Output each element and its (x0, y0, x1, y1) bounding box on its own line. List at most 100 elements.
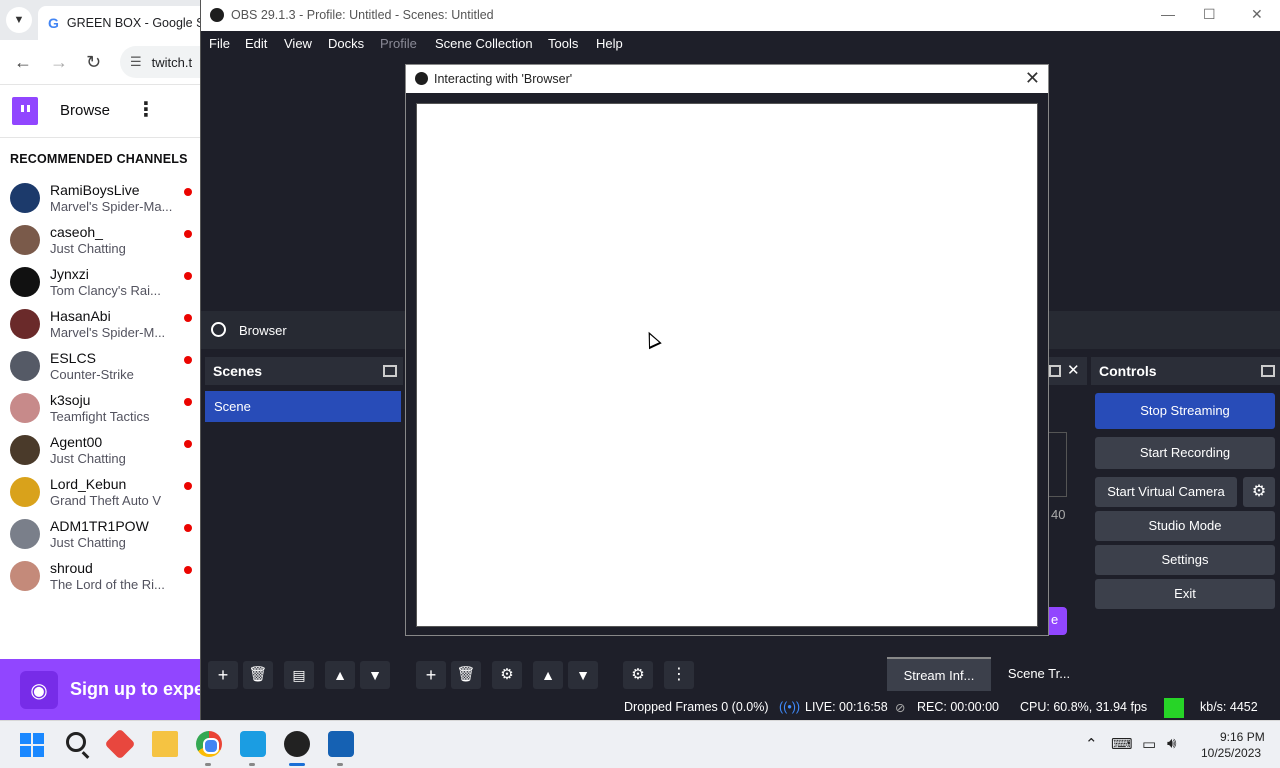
channel-name: Agent00 (50, 434, 103, 450)
chrome-app-icon[interactable] (196, 731, 222, 757)
menu-docks[interactable]: Docks (328, 36, 364, 51)
live-dot-icon (184, 314, 192, 322)
add-source-icon[interactable]: + (416, 661, 446, 689)
move-source-down-icon[interactable]: ▼ (568, 661, 598, 689)
start-virtual-camera-button[interactable]: Start Virtual Camera (1095, 477, 1237, 507)
menu-help[interactable]: Help (596, 36, 623, 51)
menu-view[interactable]: View (284, 36, 312, 51)
menu-edit[interactable]: Edit (245, 36, 267, 51)
site-info-icon[interactable]: ☰ (130, 54, 142, 70)
studio-mode-button[interactable]: Studio Mode (1095, 511, 1275, 541)
add-scene-icon[interactable]: + (208, 661, 238, 689)
avatar (10, 309, 40, 339)
git-app-icon[interactable] (104, 728, 136, 760)
store-app-icon[interactable] (240, 731, 266, 757)
obs-logo-icon (210, 8, 224, 22)
chrome-toolbar: ← → ↻ ☰ twitch.t (0, 40, 200, 84)
channel-item[interactable]: shroud The Lord of the Ri... (0, 558, 200, 600)
close-icon[interactable]: ✕ (1067, 361, 1080, 379)
maximize-icon[interactable]: ☐ (1203, 6, 1216, 23)
live-dot-icon (184, 440, 192, 448)
start-recording-button[interactable]: Start Recording (1095, 437, 1275, 469)
channel-game: Marvel's Spider-M... (50, 325, 166, 340)
channel-item[interactable]: caseoh_ Just Chatting (0, 222, 200, 264)
clock-time[interactable]: 9:16 PM (1220, 730, 1265, 744)
keyboard-icon[interactable]: ⌨ (1111, 735, 1133, 753)
remove-scene-trash-icon[interactable]: 🗑 (243, 661, 273, 689)
avatar (10, 183, 40, 213)
bitrate-status: kb/s: 4452 (1200, 700, 1258, 714)
source-properties-gear-icon[interactable]: ⚙ (492, 661, 522, 689)
remove-source-trash-icon[interactable]: 🗑 (451, 661, 481, 689)
audio-menu-dots-icon[interactable]: ⋮ (664, 661, 694, 689)
clock-date[interactable]: 10/25/2023 (1201, 746, 1261, 760)
undock-icon[interactable] (383, 365, 397, 377)
channel-item[interactable]: Jynxzi Tom Clancy's Rai... (0, 264, 200, 306)
channel-item[interactable]: RamiBoysLive Marvel's Spider-Ma... (0, 180, 200, 222)
browse-link[interactable]: Browse (60, 102, 110, 119)
undock-icon[interactable] (1261, 365, 1275, 377)
avatar (10, 267, 40, 297)
channel-item[interactable]: k3soju Teamfight Tactics (0, 390, 200, 432)
twitch-logo-icon[interactable] (12, 97, 38, 125)
virtual-camera-settings-gear-icon[interactable]: ⚙ (1243, 477, 1275, 507)
file-explorer-icon[interactable] (152, 731, 178, 757)
obs-app-icon[interactable] (284, 731, 310, 757)
menu-tools[interactable]: Tools (548, 36, 578, 51)
undock-icon[interactable] (1049, 365, 1061, 377)
channel-item[interactable]: Agent00 Just Chatting (0, 432, 200, 474)
forward-icon[interactable]: → (50, 52, 68, 72)
channel-game: Just Chatting (50, 241, 126, 256)
network-icon[interactable]: ▭ (1142, 735, 1156, 753)
dock-tabs: Stream Inf... Scene Tr... (887, 657, 1087, 691)
avatar (10, 561, 40, 591)
chrome-window: ▼ G GREEN BOX - Google Se ← → ↻ ☰ twitch… (0, 0, 200, 720)
exit-button[interactable]: Exit (1095, 579, 1275, 609)
obs-logo-icon (415, 72, 428, 85)
scene-list-item[interactable]: Scene (205, 391, 401, 422)
channel-game: Teamfight Tactics (50, 409, 150, 424)
more-options-icon[interactable]: ⋮ (136, 97, 156, 122)
globe-icon (211, 322, 226, 337)
volume-icon[interactable]: 🔊︎ (1167, 735, 1176, 752)
live-dot-icon (184, 356, 192, 364)
purple-button[interactable]: e (1047, 607, 1067, 635)
search-icon[interactable] (66, 732, 86, 752)
channel-item[interactable]: Lord_Kebun Grand Theft Auto V (0, 474, 200, 516)
signup-banner[interactable]: ◉ Sign up to expe (0, 659, 200, 720)
tab-search-button[interactable]: ▼ (6, 7, 32, 33)
back-icon[interactable]: ← (14, 52, 32, 72)
stop-streaming-button[interactable]: Stop Streaming (1095, 393, 1275, 429)
channel-item[interactable]: ESLCS Counter-Strike (0, 348, 200, 390)
photos-app-icon[interactable] (328, 731, 354, 757)
reload-icon[interactable]: ↻ (86, 52, 101, 72)
tab-stream-information[interactable]: Stream Inf... (887, 657, 991, 691)
chrome-tab[interactable]: G GREEN BOX - Google Se (38, 6, 200, 40)
live-broadcast-icon: ((•)) (779, 700, 801, 714)
settings-button[interactable]: Settings (1095, 545, 1275, 575)
menu-profile[interactable]: Profile (380, 36, 417, 51)
tab-scene-transitions[interactable]: Scene Tr... (993, 657, 1085, 691)
obs-window-title: OBS 29.1.3 - Profile: Untitled - Scenes:… (231, 8, 494, 22)
live-dot-icon (184, 566, 192, 574)
show-hidden-icons-chevron-icon[interactable]: ⌃ (1085, 735, 1098, 753)
menu-scene-collection[interactable]: Scene Collection (435, 36, 533, 51)
running-indicator (205, 763, 211, 766)
browser-interaction-canvas[interactable] (416, 103, 1038, 627)
address-text: twitch.t (151, 54, 193, 70)
close-icon[interactable]: ✕ (1251, 6, 1263, 23)
dialog-close-icon[interactable]: ✕ (1025, 68, 1040, 89)
move-scene-up-icon[interactable]: ▲ (325, 661, 355, 689)
scene-filters-icon[interactable]: ▤ (284, 661, 314, 689)
move-scene-down-icon[interactable]: ▼ (360, 661, 390, 689)
move-source-up-icon[interactable]: ▲ (533, 661, 563, 689)
active-indicator (289, 763, 305, 766)
channel-item[interactable]: HasanAbi Marvel's Spider-M... (0, 306, 200, 348)
start-button-windows-icon[interactable] (20, 733, 44, 757)
address-bar[interactable]: ☰ twitch.t (120, 46, 200, 78)
menu-file[interactable]: File (209, 36, 230, 51)
scenes-dock-header: Scenes (205, 357, 403, 385)
advanced-audio-gear-icon[interactable]: ⚙ (623, 661, 653, 689)
channel-item[interactable]: ADM1TR1POW Just Chatting (0, 516, 200, 558)
minimize-icon[interactable]: — (1161, 6, 1175, 22)
